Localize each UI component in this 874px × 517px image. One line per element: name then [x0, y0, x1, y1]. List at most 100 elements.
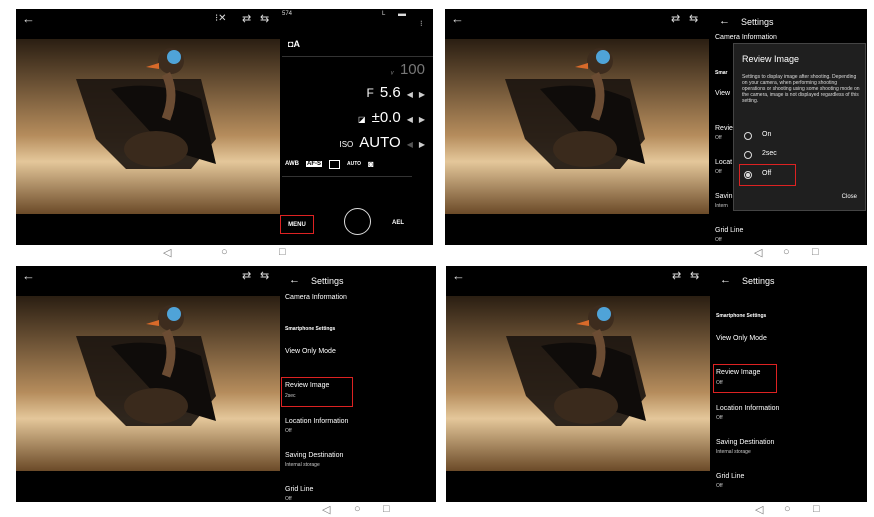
bg-label: Revie	[715, 125, 733, 132]
live-view-photo	[16, 39, 280, 214]
location-information-item[interactable]: Location Information	[285, 418, 348, 425]
more-icon[interactable]: ⁝	[420, 19, 423, 28]
section-header: Smartphone Settings	[285, 326, 336, 332]
nav-back-icon[interactable]: ◁	[163, 246, 171, 259]
nav-back-icon[interactable]: ◁	[754, 246, 762, 259]
radio-icon	[744, 132, 752, 140]
nav-recent-icon[interactable]: □	[383, 503, 390, 515]
dialog-description: Settings to display image after shooting…	[742, 74, 860, 104]
metering-icon[interactable]: ◙	[368, 159, 373, 169]
grid-line-value: Off	[715, 237, 722, 243]
switch-camera-icon[interactable]: ⇄	[242, 12, 251, 25]
rotate-icon[interactable]: ⇆	[260, 269, 269, 282]
settings-back-icon[interactable]: ←	[720, 274, 731, 286]
shutter-button[interactable]	[344, 208, 371, 235]
nav-home-icon[interactable]: ○	[354, 503, 361, 515]
grid-line-item[interactable]: Grid Line	[715, 227, 743, 234]
highlight-box	[281, 377, 353, 407]
view-only-mode-item[interactable]: View Only Mode	[716, 335, 767, 342]
android-nav-bar: ◁ ○ □	[16, 245, 433, 260]
iso-value[interactable]: AUTO	[359, 134, 400, 151]
exposure-comp-icon: ◪	[358, 115, 366, 124]
battery-icon: ▬	[398, 9, 406, 18]
back-arrow-icon[interactable]: ←	[452, 268, 465, 283]
back-arrow-icon[interactable]: ←	[22, 268, 35, 283]
increase-iso-icon[interactable]: ▶	[419, 140, 425, 149]
remaining-shots-count: 574	[282, 11, 293, 17]
option-2sec[interactable]: 2sec	[742, 149, 857, 161]
nav-home-icon[interactable]: ○	[221, 246, 228, 258]
option-on[interactable]: On	[742, 130, 857, 142]
location-information-item[interactable]: Location Information	[716, 405, 779, 412]
dro-label[interactable]: AUTO	[347, 161, 361, 167]
camera-information-item[interactable]: Camera Information	[285, 294, 347, 301]
live-view-photo	[446, 296, 710, 471]
view-only-mode-item[interactable]: View Only Mode	[285, 348, 336, 355]
nav-recent-icon[interactable]: □	[813, 503, 820, 515]
switch-camera-icon[interactable]: ⇄	[242, 269, 251, 282]
android-nav-bar: ◁ ○ □	[446, 502, 867, 517]
close-button[interactable]: Close	[842, 194, 857, 200]
saving-destination-item[interactable]: Saving Destination	[285, 452, 343, 459]
rotate-icon[interactable]: ⇆	[689, 12, 698, 25]
increase-exposure-icon[interactable]: ▶	[419, 115, 425, 124]
ael-button[interactable]: AEL	[392, 220, 404, 226]
nav-recent-icon[interactable]: □	[279, 246, 286, 258]
increase-aperture-icon[interactable]: ▶	[419, 90, 425, 99]
android-nav-bar: ◁ ○ □	[16, 502, 436, 517]
location-information-value: Off	[285, 428, 292, 434]
live-view-photo	[445, 39, 709, 214]
highlight-box	[739, 164, 796, 186]
focus-mode-label[interactable]: AF-S	[306, 161, 322, 167]
nav-back-icon[interactable]: ◁	[322, 503, 330, 516]
switch-camera-icon[interactable]: ⇄	[671, 12, 680, 25]
camera-screen: ← ⁝✕ ⇄ ⇆ 574 L ▬ ⁝ ◘A ᵥ 100 F 5.6 ◀ ▶ ◪ …	[16, 9, 433, 245]
nav-recent-icon[interactable]: □	[812, 246, 819, 258]
rotate-icon[interactable]: ⇆	[260, 12, 269, 25]
shutter-speed-value[interactable]: 100	[400, 61, 425, 78]
bg-label: Intern	[715, 203, 728, 209]
decrease-aperture-icon[interactable]: ◀	[407, 90, 413, 99]
settings-title: Settings	[311, 276, 344, 286]
radio-icon	[744, 151, 752, 159]
settings-list: ← Settings Camera Information Smartphone…	[281, 266, 436, 502]
option-label: 2sec	[762, 150, 777, 157]
touch-off-icon[interactable]: ⁝✕	[215, 13, 227, 24]
camera-information-item[interactable]: Camera Information	[715, 34, 777, 41]
review-image-dialog: Review Image Settings to display image a…	[733, 43, 866, 211]
settings-back-icon[interactable]: ←	[289, 274, 300, 286]
back-arrow-icon[interactable]: ←	[22, 11, 35, 26]
bg-label: Off	[715, 169, 722, 175]
menu-button[interactable]: MENU	[280, 215, 314, 234]
aperture-value[interactable]: 5.6	[380, 84, 401, 101]
saving-destination-item[interactable]: Saving Destination	[716, 439, 774, 446]
settings-screen: ← ⇄ ⇆ ← Settings Camera Information Smar…	[16, 266, 436, 502]
shooting-mode-label: A	[293, 39, 300, 49]
bg-label: View	[715, 90, 731, 97]
dialog-title: Review Image	[742, 54, 800, 64]
decrease-exposure-icon[interactable]: ◀	[407, 115, 413, 124]
nav-home-icon[interactable]: ○	[783, 246, 790, 258]
saving-destination-value: Internal storage	[716, 449, 751, 455]
settings-screen: ← ⇄ ⇆ ← Settings Smartphone Settings Vie…	[446, 266, 867, 502]
focus-area-icon[interactable]	[329, 159, 340, 169]
settings-title: Settings	[741, 17, 774, 27]
highlight-box	[713, 364, 777, 393]
white-balance-label[interactable]: AWB	[285, 161, 299, 167]
back-arrow-icon[interactable]: ←	[451, 11, 464, 26]
switch-camera-icon[interactable]: ⇄	[672, 269, 681, 282]
bg-label: Savin	[715, 193, 733, 200]
exposure-comp-value[interactable]: ±0.0	[372, 109, 401, 126]
bg-label: Locat	[715, 159, 733, 166]
grid-line-item[interactable]: Grid Line	[285, 486, 313, 493]
settings-title: Settings	[742, 276, 775, 286]
nav-home-icon[interactable]: ○	[784, 503, 791, 515]
rotate-icon[interactable]: ⇆	[690, 269, 699, 282]
settings-back-icon[interactable]: ←	[719, 15, 730, 27]
shutter-speed-icon: ᵥ	[390, 66, 394, 76]
decrease-iso-icon[interactable]: ◀	[407, 140, 413, 149]
location-information-value: Off	[716, 415, 723, 421]
iso-label: ISO	[339, 140, 354, 149]
grid-line-item[interactable]: Grid Line	[716, 473, 744, 480]
nav-back-icon[interactable]: ◁	[755, 503, 763, 516]
